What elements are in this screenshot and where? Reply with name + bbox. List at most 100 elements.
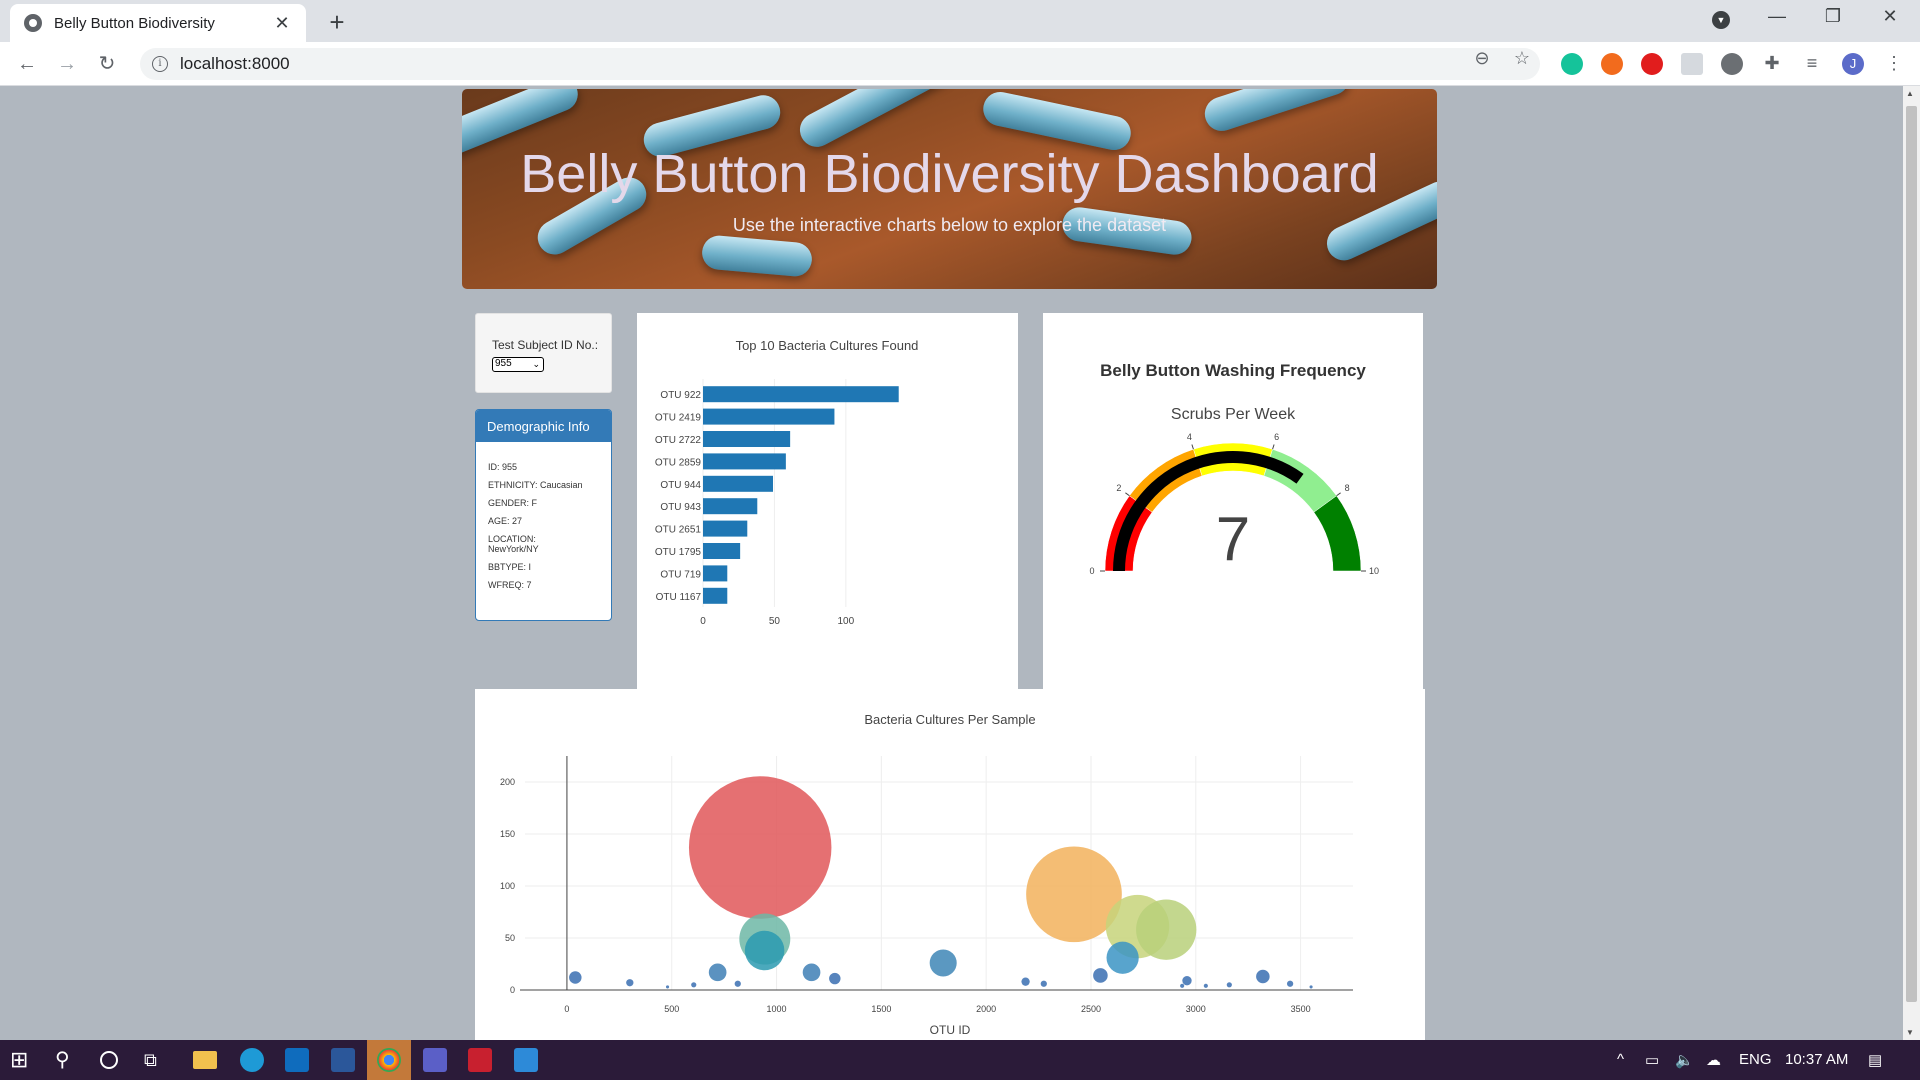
tray-chevron-up-icon[interactable]: ^ xyxy=(1617,1051,1624,1068)
bar xyxy=(703,543,741,559)
bar-y-tick-label: OTU 2859 xyxy=(655,457,702,468)
bubble-x-tick-label: 2000 xyxy=(976,1004,996,1014)
close-tab-icon[interactable]: ✕ xyxy=(272,13,292,34)
scroll-up-icon[interactable]: ▲ xyxy=(1906,89,1914,98)
file-explorer-icon[interactable] xyxy=(193,1051,217,1069)
page-extension-icon[interactable] xyxy=(1681,53,1703,75)
bar-y-tick-label: OTU 1795 xyxy=(655,547,702,558)
site-info-icon[interactable]: i xyxy=(152,56,168,72)
bubble-x-tick-label: 1000 xyxy=(767,1004,787,1014)
bar-chart-card: Top 10 Bacteria Cultures Found OTU 922 OT… xyxy=(637,313,1018,689)
bubble-point xyxy=(1226,982,1232,988)
bubble-point xyxy=(802,963,821,982)
bar xyxy=(703,453,786,470)
page-title: Belly Button Biodiversity Dashboard xyxy=(520,144,1379,204)
word-icon[interactable] xyxy=(331,1048,355,1072)
demo-age: AGE: 27 xyxy=(488,516,523,526)
subject-id-label: Test Subject ID No.: xyxy=(492,338,599,352)
notifications-icon[interactable]: ▤ xyxy=(1868,1051,1882,1069)
edge-icon[interactable] xyxy=(240,1048,264,1072)
bubble-point xyxy=(708,963,727,982)
demo-bbtype: BBTYPE: I xyxy=(488,562,532,572)
volume-icon[interactable]: 🔈 xyxy=(1675,1051,1694,1069)
extensions-puzzle-icon[interactable]: ✚ xyxy=(1761,53,1783,75)
bubble-point xyxy=(626,979,634,987)
gauge-subtitle: Scrubs Per Week xyxy=(1171,406,1296,423)
bar-x-tick-label: 0 xyxy=(700,616,706,627)
bookmark-star-icon[interactable]: ☆ xyxy=(1510,48,1534,69)
bar-y-tick-label: OTU 922 xyxy=(660,390,701,401)
minimize-icon[interactable]: — xyxy=(1757,6,1797,27)
subject-selector-panel: Test Subject ID No.: 955 ⌄ xyxy=(475,313,612,393)
dark-mode-extension-icon[interactable] xyxy=(1721,53,1743,75)
bubble-chart-title: Bacteria Cultures Per Sample xyxy=(864,712,1035,727)
bubble-point xyxy=(929,949,957,977)
profile-avatar[interactable]: J xyxy=(1842,53,1864,75)
bar-y-tick-label: OTU 2419 xyxy=(655,413,702,424)
demo-gender: GENDER: F xyxy=(488,498,538,508)
cortana-icon[interactable] xyxy=(100,1051,118,1069)
header-banner: Belly Button Biodiversity Dashboard Use … xyxy=(462,89,1437,289)
bubble-x-tick-label: 2500 xyxy=(1081,1004,1101,1014)
forward-arrow-icon[interactable]: → xyxy=(53,50,81,78)
window-close-icon[interactable]: ✕ xyxy=(1870,6,1910,27)
teams-icon[interactable] xyxy=(423,1048,447,1072)
gauge-value: 7 xyxy=(1216,505,1250,574)
bubble-point xyxy=(744,930,785,971)
scroll-down-icon[interactable]: ▼ xyxy=(1906,1028,1914,1037)
gauge-tick xyxy=(1125,492,1130,497)
reload-icon[interactable]: ↻ xyxy=(93,50,121,78)
gauge-step-band xyxy=(1313,495,1362,572)
clock[interactable]: 10:37 AM xyxy=(1785,1051,1848,1068)
back-arrow-icon[interactable]: ← xyxy=(13,50,41,78)
fire-extension-icon[interactable] xyxy=(1601,53,1623,75)
language-indicator[interactable]: ENG xyxy=(1739,1051,1772,1068)
bubble-point xyxy=(1256,969,1270,984)
bar xyxy=(703,475,773,492)
windows-start-icon[interactable]: ⊞ xyxy=(10,1048,34,1072)
outlook-icon[interactable] xyxy=(285,1048,309,1072)
bubble-x-tick-label: 3500 xyxy=(1291,1004,1311,1014)
demo-location: LOCATION: NewYork/NY xyxy=(488,534,539,554)
tab-title: Belly Button Biodiversity xyxy=(54,14,215,32)
demographic-info-panel: Demographic Info ID: 955 ETHNICITY: Cauc… xyxy=(475,409,612,621)
bubble-point xyxy=(1286,980,1294,987)
bar xyxy=(703,587,728,604)
page-scrollbar[interactable]: ▲ ▼ xyxy=(1903,86,1920,1040)
media-queue-icon[interactable]: ≡ xyxy=(1801,53,1823,75)
browser-tab[interactable]: Belly Button Biodiversity ✕ xyxy=(10,4,306,42)
tab-search-icon[interactable]: ▼ xyxy=(1712,11,1730,29)
bar xyxy=(703,408,835,425)
demo-ethnicity: ETHNICITY: Caucasian xyxy=(488,480,583,490)
bubble-point xyxy=(1093,968,1108,983)
address-bar[interactable]: i localhost:8000 xyxy=(140,48,1540,80)
gauge-title: Belly Button Washing Frequency xyxy=(1100,361,1366,380)
gauge-tick-label: 0 xyxy=(1089,566,1094,576)
gauge-tick-label: 6 xyxy=(1274,432,1279,442)
battery-icon[interactable]: ▭ xyxy=(1645,1051,1659,1069)
search-icon[interactable]: ⚲ xyxy=(55,1048,79,1072)
onedrive-cloud-icon[interactable]: ☁ xyxy=(1706,1051,1721,1069)
bar-y-tick-label: OTU 943 xyxy=(660,502,701,513)
vscode-icon[interactable] xyxy=(514,1048,538,1072)
restore-icon[interactable]: ❐ xyxy=(1813,6,1853,27)
adblock-extension-icon[interactable] xyxy=(1641,53,1663,75)
bubble-y-tick-label: 100 xyxy=(500,881,515,891)
zoom-icon[interactable]: ⊖ xyxy=(1470,48,1494,69)
bar-x-tick-label: 50 xyxy=(769,616,781,627)
task-view-icon[interactable]: ⧉ xyxy=(144,1048,168,1072)
chrome-icon[interactable] xyxy=(377,1048,401,1072)
shield-app-icon[interactable] xyxy=(468,1048,492,1072)
browser-toolbar: ← → ↻ i localhost:8000 ⊖ ☆ xyxy=(0,42,1920,86)
browser-menu-icon[interactable]: ⋮ xyxy=(1883,53,1905,75)
bubble-point xyxy=(1106,941,1139,974)
grammarly-extension-icon[interactable] xyxy=(1561,53,1583,75)
subject-id-select[interactable]: 955 ⌄ xyxy=(492,357,544,372)
bar xyxy=(703,431,791,447)
gauge-tick-label: 8 xyxy=(1345,483,1350,493)
windows-taskbar: ⊞ ⚲ ⧉ ^ ▭ 🔈 ☁ ENG 10:37 AM ▤ xyxy=(0,1040,1920,1080)
page-subtitle: Use the interactive charts below to expl… xyxy=(732,215,1167,235)
scrollbar-thumb[interactable] xyxy=(1906,106,1917,1002)
bar-chart-title: Top 10 Bacteria Cultures Found xyxy=(736,338,919,353)
new-tab-button[interactable]: + xyxy=(322,7,352,38)
